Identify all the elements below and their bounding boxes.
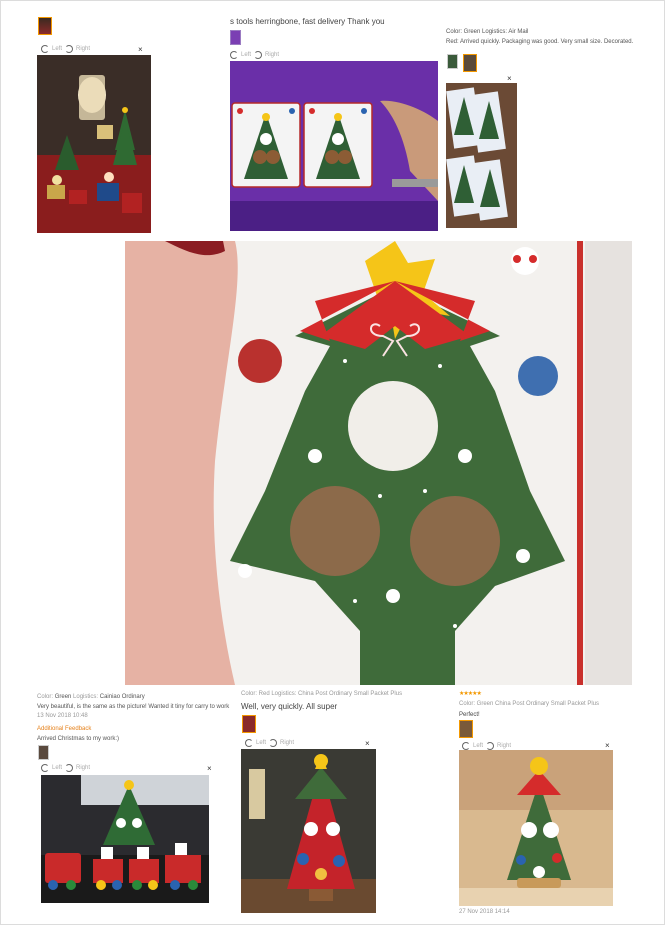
rotate-right-label[interactable]: Right [76,46,90,52]
review-photo-tree-and-train[interactable] [41,775,209,903]
tree-train-illustration [41,775,209,903]
review-thumbnail-selected[interactable] [242,715,256,733]
tree-kits-illustration [230,61,438,231]
red-tree-illustration [241,749,376,913]
review-comment: Red: Arrived quickly. Packaging was good… [446,39,634,45]
rating-stars: ★★★★★ [459,691,482,697]
review-photo-large-tree-closeup[interactable] [125,241,632,685]
rotate-right-label[interactable]: Right [76,765,90,771]
rotate-left-label[interactable]: Left [52,46,62,52]
rotate-left-label[interactable]: Left [473,743,483,749]
review-meta: Color: Green Logistics: Cainiao Ordinary [37,693,145,701]
close-icon[interactable]: × [605,742,610,750]
review-photo-red-tree[interactable] [241,749,376,913]
rotate-right-icon[interactable] [254,51,263,59]
close-icon[interactable]: × [207,765,212,773]
meta-label-logistics: Logistics: [73,694,99,700]
rotate-left-icon[interactable] [462,742,470,750]
rotate-toolbar: Left Right [41,44,90,54]
review-thumbnail-selected[interactable] [463,54,477,72]
rotate-right-label[interactable]: Right [497,743,511,749]
additional-feedback-text: Arrived Christmas to my work:) [37,736,120,742]
boxed-trees-illustration [446,83,517,228]
christmas-display-illustration [37,55,151,233]
meta-color-value: Green [54,694,72,700]
green-tree-illustration [459,750,613,906]
rotate-left-icon[interactable] [41,764,49,772]
rotate-left-label[interactable]: Left [52,765,62,771]
close-icon[interactable]: × [507,75,512,83]
review-thumbnail[interactable] [447,54,458,69]
review-thumbnail[interactable] [38,745,49,760]
review-comment: s tools herringbone, fast delivery Thank… [230,17,385,26]
rotate-left-icon[interactable] [41,45,49,53]
review-comment: Very beautiful, is the same as the pictu… [37,704,230,710]
additional-feedback-label: Additional Feedback [37,726,92,732]
rotate-right-icon[interactable] [486,742,495,750]
review-photo-green-tree[interactable] [459,750,613,906]
rotate-left-icon[interactable] [230,51,238,59]
review-meta: Color: Green Logistics: Air Mail [446,29,529,35]
rotate-left-icon[interactable] [245,739,253,747]
review-photo-tree-kits[interactable] [230,61,438,231]
review-photo-boxed-trees[interactable] [446,83,517,228]
close-icon[interactable]: × [138,46,143,54]
review-photo-christmas-display[interactable] [37,55,151,233]
rotate-right-label[interactable]: Right [280,740,294,746]
review-comment: Well, very quickly. All super [241,702,338,711]
review-thumbnail[interactable] [38,17,52,35]
rotate-right-icon[interactable] [65,764,74,772]
rotate-left-label[interactable]: Left [256,740,266,746]
rotate-toolbar: Left Right [245,738,294,748]
close-icon[interactable]: × [365,740,370,748]
review-meta: Color: Red Logistics: China Post Ordinar… [241,691,403,697]
review-date: 13 Nov 2018 10:48 [37,713,88,719]
review-meta: Color: Green China Post Ordinary Small P… [459,701,600,707]
large-tree-illustration [125,241,632,685]
rotate-right-icon[interactable] [269,739,278,747]
review-comment: Perfect! [459,712,480,718]
meta-label-color: Color: [37,694,54,700]
meta-logistics-value: Cainiao Ordinary [99,694,145,700]
rotate-toolbar: Left Right [230,50,279,60]
rotate-left-label[interactable]: Left [241,52,251,58]
review-gallery-page: Left Right × s tools herringbone, fast d… [0,0,665,925]
rotate-toolbar: Left Right [41,763,90,773]
review-thumbnail[interactable] [230,30,241,45]
rotate-right-label[interactable]: Right [265,52,279,58]
review-date: 27 Nov 2018 14:14 [459,909,510,915]
rotate-right-icon[interactable] [65,45,74,53]
review-thumbnail-selected[interactable] [459,720,473,738]
